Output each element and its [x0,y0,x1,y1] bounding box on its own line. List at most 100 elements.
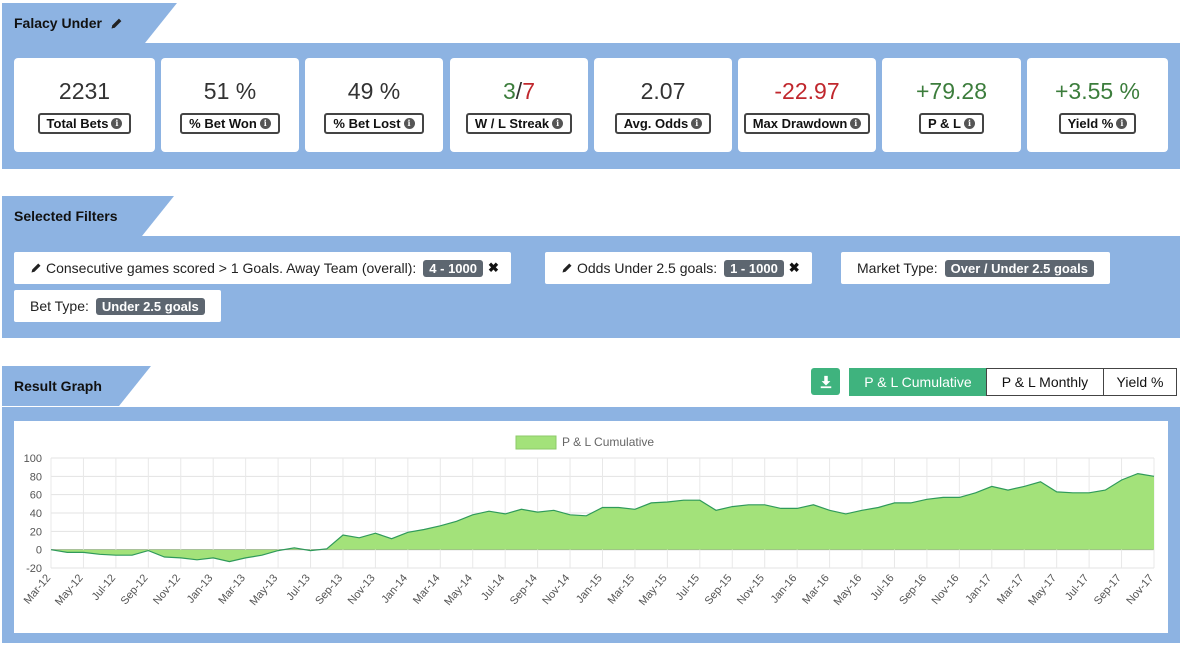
stat-label[interactable]: Avg. Odds i [614,113,712,134]
filters-title: Selected Filters [14,208,118,224]
stat-max-drawdown: -22.97 Max Drawdown i [738,58,876,152]
filters-band: Consecutive games scored > 1 Goals. Away… [2,236,1180,338]
filter-odds-under: Odds Under 2.5 goals: 1 - 1000 ✖ [545,252,812,284]
filter-badge: 1 - 1000 [724,259,784,277]
chart-container: P & L Cumulative -20 0 20 40 60 80 100 Mar-12 May… [14,421,1168,633]
pl-cumulative-chart: P & L Cumulative-20020406080100Mar-12 May… [22,435,1157,608]
x-tick-label: Mar-17 [995,572,1027,606]
summary-title: Falacy Under [14,15,102,31]
info-icon: i [403,118,415,129]
y-tick-label: 40 [30,508,42,520]
x-tick-label: Jan-14 [379,572,410,605]
stat-wl-streak: 3/7 W / L Streak i [450,58,588,152]
x-tick-label: Mar-12 [22,572,54,606]
stat-label-text: P & L [928,116,961,131]
x-tick-label: Jan-15 [574,572,605,605]
x-tick-label: Nov-14 [540,572,572,607]
filter-bet-type: Bet Type: Under 2.5 goals [14,290,221,322]
x-tick-label: Jul-13 [284,572,312,603]
filters-section-tab: Selected Filters [2,196,174,236]
info-icon: i [850,118,862,129]
stat-yield: +3.55 % Yield % i [1027,58,1168,152]
tab-yield[interactable]: Yield % [1103,368,1177,396]
filter-consecutive-goals: Consecutive games scored > 1 Goals. Away… [14,252,511,284]
stat-label[interactable]: W / L Streak i [465,113,573,134]
summary-band: 2231 Total Bets i 51 % % Bet Won i 49 % % … [2,43,1180,169]
y-tick-label: 60 [30,490,42,502]
stat-label[interactable]: P & Li [919,113,984,134]
stat-label[interactable]: % Bet Lost i [324,113,424,134]
stat-bet-won: 51 % % Bet Won i [161,58,299,152]
stat-value: -22.97 [774,78,840,104]
stat-value: +79.28 [916,78,987,104]
legend-swatch [515,435,557,450]
legend-label: P & L Cumulative [562,435,654,449]
x-tick-label: Mar-15 [606,572,638,606]
x-tick-label: Nov-13 [346,572,378,607]
x-tick-label: Mar-13 [216,572,248,606]
summary-section-tab: Falacy Under [2,3,177,43]
x-tick-label: May-14 [442,572,475,608]
pencil-icon[interactable] [30,262,42,274]
stat-value: +3.55 % [1054,78,1141,104]
x-tick-label: Nov-17 [1124,572,1156,607]
info-icon: i [1116,118,1128,129]
filter-badge: Over / Under 2.5 goals [944,259,1094,277]
info-icon: i [259,118,271,129]
download-icon [820,375,831,388]
info-icon: i [552,118,564,129]
x-tick-label: Jul-14 [479,572,507,603]
x-tick-label: Nov-16 [930,572,962,607]
stat-label-text: % Bet Lost [333,116,401,131]
download-button[interactable] [811,368,840,395]
filter-market-type: Market Type: Over / Under 2.5 goals [841,252,1110,284]
info-icon: i [964,118,975,129]
stat-value: 49 % [347,78,401,104]
stat-label-text: Max Drawdown [752,116,848,131]
x-tick-label: Sep-16 [897,572,929,607]
x-tick-label: Mar-16 [800,572,832,606]
y-tick-label: 100 [24,453,42,465]
streak-lost: 7 [522,78,535,104]
stat-value: 2.07 [640,78,686,104]
tab-pl-cumulative[interactable]: P & L Cumulative [849,368,987,396]
stat-label-text: W / L Streak [474,116,550,131]
stat-value: 51 % [203,78,257,104]
stat-label[interactable]: Max Drawdown i [743,113,871,134]
x-tick-label: Sep-15 [703,572,735,607]
x-tick-label: Jul-15 [674,572,702,603]
y-tick-label: 80 [30,471,42,483]
x-tick-label: May-17 [1026,572,1059,608]
filter-label: Bet Type: [30,298,89,314]
x-tick-label: Nov-15 [735,572,767,607]
stat-value: 3/7 [503,78,535,104]
stat-label-text: Yield % [1067,116,1114,131]
x-tick-label: Jan-17 [963,572,994,605]
graph-section-tab: Result Graph [2,366,151,406]
info-icon: i [691,118,703,129]
remove-filter-icon[interactable]: ✖ [789,260,800,276]
x-tick-label: Sep-17 [1092,572,1124,607]
filter-label: Consecutive games scored > 1 Goals. Away… [46,260,417,276]
stat-label[interactable]: % Bet Won i [180,113,280,134]
x-tick-label: Nov-12 [151,572,183,607]
stat-label-text: Avg. Odds [623,116,689,131]
y-tick-label: 0 [36,545,42,557]
info-icon: i [111,118,123,129]
stat-total-bets: 2231 Total Bets i [14,58,155,152]
pencil-icon[interactable] [561,262,573,274]
stat-label[interactable]: Yield % i [1058,113,1137,134]
remove-filter-icon[interactable]: ✖ [488,260,499,276]
stat-label[interactable]: Total Bets i [37,113,132,134]
stat-avg-odds: 2.07 Avg. Odds i [594,58,732,152]
stat-bet-lost: 49 % % Bet Lost i [305,58,443,152]
x-tick-label: Jul-12 [90,572,118,603]
stat-pl: +79.28 P & Li [882,58,1021,152]
pencil-icon[interactable] [110,17,123,30]
stat-label-text: Total Bets [46,116,109,131]
x-tick-label: Mar-14 [411,572,443,606]
graph-title: Result Graph [14,378,102,394]
tab-pl-monthly[interactable]: P & L Monthly [986,368,1104,396]
y-tick-label: 20 [30,526,42,538]
streak-won: 3 [503,78,516,104]
